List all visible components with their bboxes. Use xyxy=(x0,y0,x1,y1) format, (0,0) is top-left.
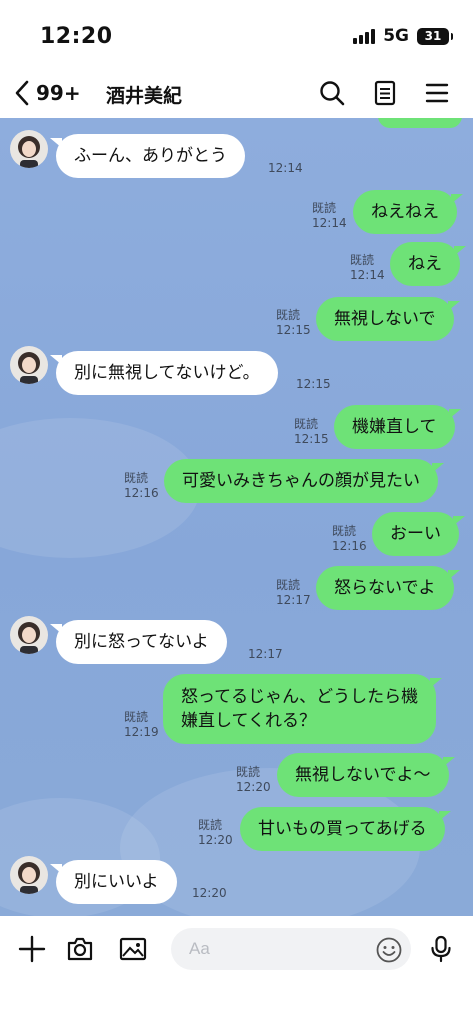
message-bubble-outgoing[interactable]: 無視しないで xyxy=(316,297,459,341)
message-time: 12:17 xyxy=(248,647,283,661)
camera-icon[interactable] xyxy=(65,934,95,964)
chevron-left-icon xyxy=(15,80,29,106)
message-time: 12:20 xyxy=(198,833,233,847)
message-bubble-incoming[interactable]: 別に無視してないけど。 xyxy=(50,351,278,395)
message-time: 12:15 xyxy=(276,323,311,337)
message-time: 12:14 xyxy=(312,216,347,230)
avatar[interactable] xyxy=(10,856,48,894)
message-bubble-outgoing[interactable]: 可愛いみきちゃんの顔が見たい xyxy=(164,459,444,503)
message-bubble-outgoing[interactable]: おーい xyxy=(372,512,465,556)
microphone-icon[interactable] xyxy=(426,934,456,964)
message-time: 12:14 xyxy=(350,268,385,282)
input-bar xyxy=(0,916,473,1024)
image-icon[interactable] xyxy=(118,934,148,964)
message-time: 12:19 xyxy=(124,725,159,739)
status-bar: 12:20 5G 31 xyxy=(0,0,473,70)
previous-message-bubble xyxy=(378,118,462,128)
message-time: 12:20 xyxy=(192,886,227,900)
read-receipt: 既読 xyxy=(276,578,301,592)
avatar[interactable] xyxy=(10,346,48,384)
network-label: 5G xyxy=(383,26,409,46)
read-receipt: 既読 xyxy=(294,417,319,431)
message-bubble-outgoing[interactable]: 怒らないでよ xyxy=(316,566,459,610)
message-bubble-outgoing[interactable]: ねえ xyxy=(390,242,466,286)
unread-count: 99+ xyxy=(36,81,81,105)
message-line: 怒ってるじゃん、どうしたら機 xyxy=(181,687,419,707)
message-time: 12:15 xyxy=(294,432,329,446)
read-receipt: 既読 xyxy=(198,818,223,832)
read-receipt: 既読 xyxy=(276,308,301,322)
message-time: 12:16 xyxy=(332,539,367,553)
status-time: 12:20 xyxy=(40,24,113,49)
message-bubble-outgoing[interactable]: 怒ってるじゃん、どうしたら機 嫌直してくれる？ xyxy=(163,674,443,744)
read-receipt: 既読 xyxy=(312,201,337,215)
search-icon[interactable] xyxy=(317,78,347,108)
read-receipt: 既読 xyxy=(332,524,357,538)
read-receipt: 既読 xyxy=(236,765,261,779)
message-time: 12:15 xyxy=(296,377,331,391)
read-receipt: 既読 xyxy=(350,253,375,267)
back-button[interactable]: 99+ xyxy=(12,78,81,108)
message-time: 12:17 xyxy=(276,593,311,607)
message-bubble-incoming[interactable]: 別にいいよ xyxy=(50,860,177,904)
chat-header: 99+ 酒井美紀 xyxy=(0,70,473,118)
read-receipt: 既読 xyxy=(124,710,149,724)
signal-icon xyxy=(353,28,376,44)
message-bubble-incoming[interactable]: ふーん、ありがとう xyxy=(50,134,245,178)
emoji-icon[interactable] xyxy=(375,936,403,964)
message-bubble-outgoing[interactable]: 甘いもの買ってあげる xyxy=(240,807,451,851)
plus-icon[interactable] xyxy=(17,934,47,964)
message-time: 12:16 xyxy=(124,486,159,500)
message-bubble-outgoing[interactable]: 機嫌直して xyxy=(334,405,460,449)
battery-icon: 31 xyxy=(417,27,453,45)
message-time: 12:14 xyxy=(268,161,303,175)
notes-icon[interactable] xyxy=(370,78,400,108)
message-bubble-outgoing[interactable]: ねえねえ xyxy=(353,190,463,234)
message-line: 嫌直してくれる？ xyxy=(181,711,316,731)
chat-area[interactable]: ふーん、ありがとう 12:14 既読 12:14 ねえねえ 既読 12:14 ね… xyxy=(0,118,473,916)
menu-icon[interactable] xyxy=(422,78,452,108)
battery-level: 31 xyxy=(424,29,442,43)
status-indicators: 5G 31 xyxy=(353,26,453,46)
avatar[interactable] xyxy=(10,130,48,168)
avatar[interactable] xyxy=(10,616,48,654)
message-time: 12:20 xyxy=(236,780,271,794)
message-bubble-outgoing[interactable]: 無視しないでよ〜 xyxy=(277,753,454,797)
message-bubble-incoming[interactable]: 別に怒ってないよ xyxy=(50,620,227,664)
read-receipt: 既読 xyxy=(124,471,149,485)
chat-title: 酒井美紀 xyxy=(106,85,183,107)
